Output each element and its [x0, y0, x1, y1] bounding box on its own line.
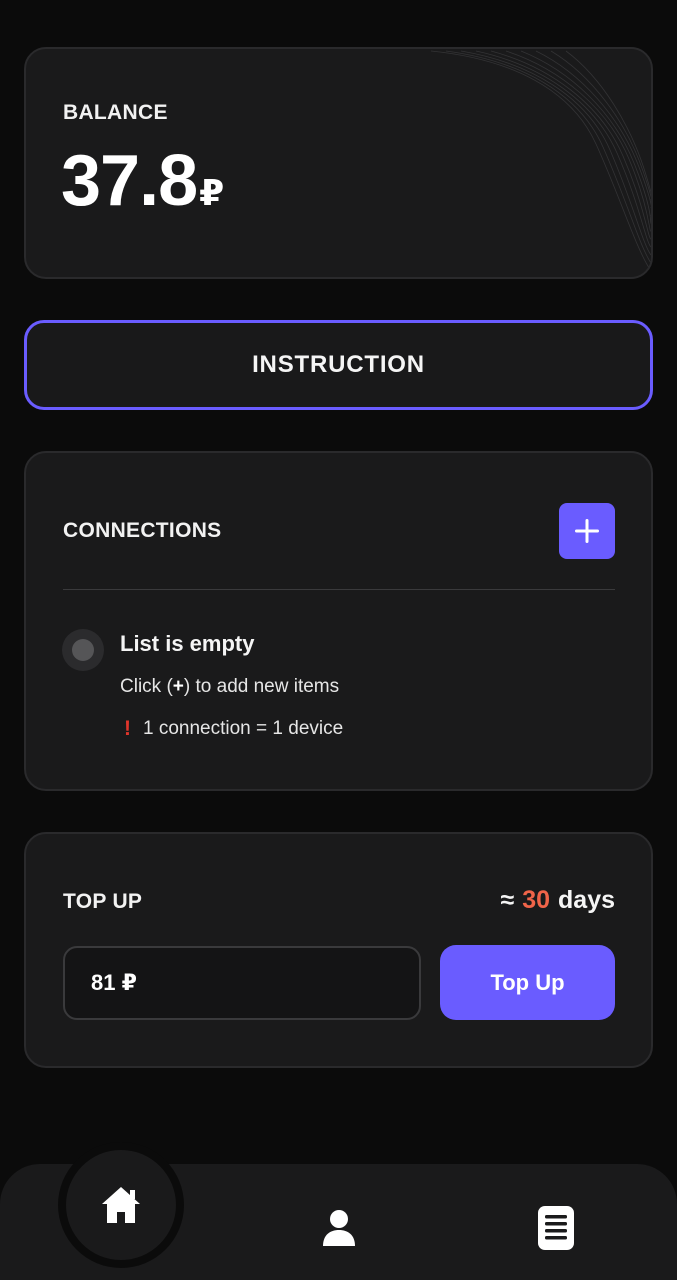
app-screen: BALANCE 37.8 ₽ INSTRUCTION CONNECTIONS L…: [0, 0, 677, 1280]
balance-amount: 37.8: [61, 141, 198, 221]
empty-list-hint: Click (+) to add new items: [120, 676, 339, 698]
balance-card: BALANCE 37.8 ₽: [24, 47, 653, 279]
hint-plus-symbol: +: [172, 676, 184, 697]
device-limit-text: 1 connection = 1 device: [143, 718, 344, 739]
nav-home-button[interactable]: [66, 1150, 176, 1260]
balance-label: BALANCE: [63, 101, 168, 124]
balance-currency: ₽: [199, 172, 225, 213]
divider: [63, 589, 615, 590]
days-estimate: ≈ 30 days: [500, 886, 615, 915]
days-value: 30: [522, 886, 551, 914]
nav-profile-button[interactable]: [309, 1200, 369, 1256]
balance-value: 37.8 ₽: [61, 145, 224, 217]
empty-state-indicator: [62, 629, 104, 671]
empty-state-dot: [72, 639, 94, 661]
plus-icon: [575, 519, 599, 543]
empty-list-title: List is empty: [120, 631, 255, 656]
instruction-button[interactable]: INSTRUCTION: [24, 320, 653, 410]
device-limit-note: ! 1 connection = 1 device: [120, 717, 343, 741]
wave-pattern-decoration: [430, 50, 651, 272]
home-icon: [102, 1187, 140, 1223]
add-connection-button[interactable]: [559, 503, 615, 559]
nav-documents-button[interactable]: [526, 1200, 586, 1256]
topup-amount-input[interactable]: [63, 946, 421, 1020]
topup-title: TOP UP: [63, 890, 143, 913]
exclamation-icon: !: [124, 717, 131, 740]
hint-text-before: Click (: [120, 676, 173, 697]
hint-text-after: ) to add new items: [183, 676, 340, 697]
connections-title: CONNECTIONS: [63, 519, 222, 542]
topup-card: TOP UP ≈ 30 days Top Up: [24, 832, 653, 1068]
document-icon: [538, 1206, 574, 1250]
connections-card: CONNECTIONS List is empty Click (+) to a…: [24, 451, 653, 791]
topup-button[interactable]: Top Up: [440, 945, 615, 1020]
days-approx-symbol: ≈: [500, 886, 515, 914]
user-icon: [323, 1210, 355, 1246]
days-unit: days: [558, 886, 615, 914]
